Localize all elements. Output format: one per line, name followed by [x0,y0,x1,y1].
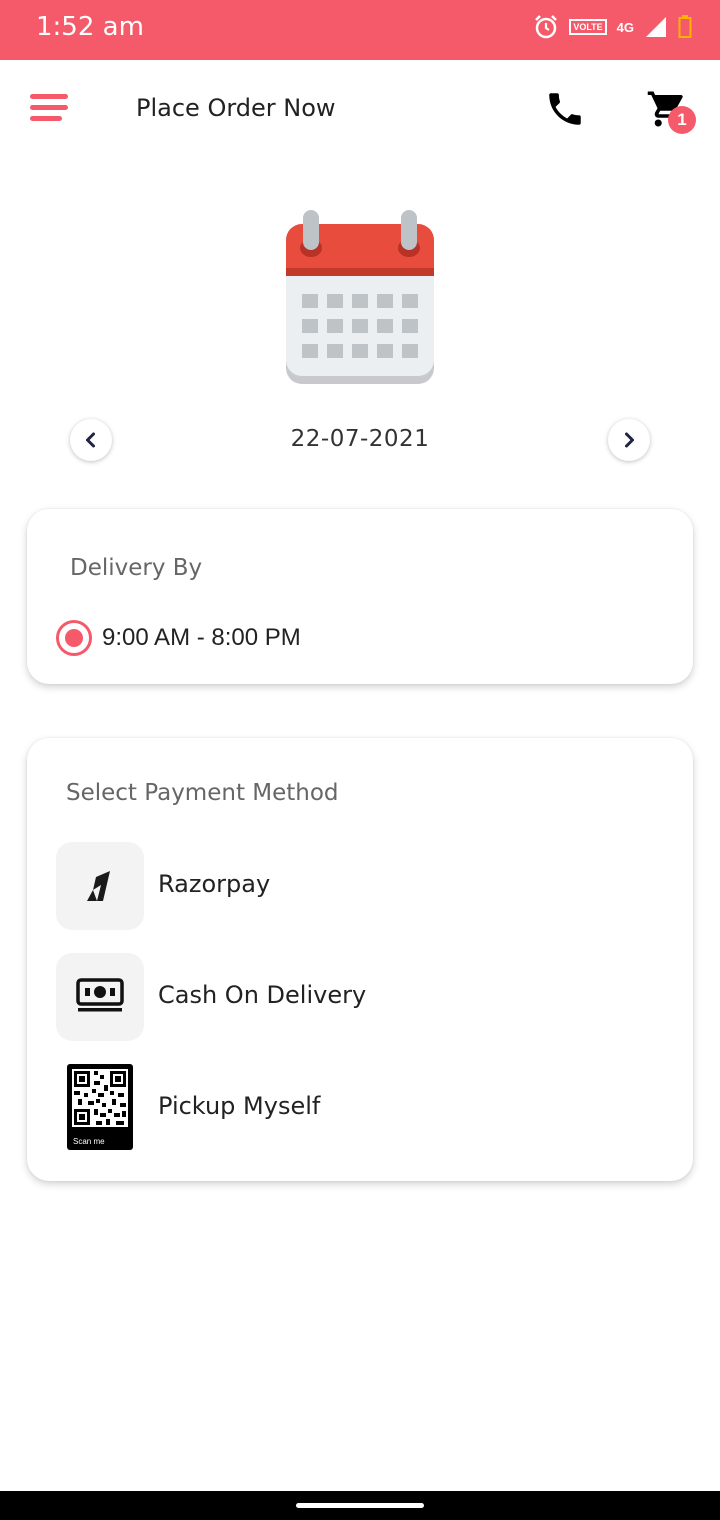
status-bar: 1:52 am VOLTE 4G [0,0,720,60]
volte-badge: VOLTE [569,19,607,35]
system-nav-bar [0,1491,720,1520]
signal-icon [646,17,666,37]
qr-code-icon: Scan me [67,1064,133,1150]
chevron-right-icon [625,432,634,448]
delivery-slot-label[interactable]: 9:00 AM - 8:00 PM [102,624,301,652]
home-gesture-handle[interactable] [296,1503,424,1508]
cash-icon-box [56,953,144,1041]
payment-option-cash[interactable]: Cash On Delivery [56,953,656,1041]
calendar-icon [286,210,434,384]
payment-label-razorpay: Razorpay [158,870,271,898]
payment-label-pickup: Pickup Myself [158,1092,321,1120]
qr-caption: Scan me [73,1137,105,1146]
razorpay-icon-box [56,842,144,930]
page-title: Place Order Now [136,94,336,122]
status-time: 1:52 am [36,12,144,42]
call-button[interactable] [544,88,586,130]
menu-button[interactable] [30,94,68,124]
delivery-slot-radio[interactable] [56,620,92,656]
qr-code-pattern [72,1069,128,1127]
date-navigator: 22-07-2021 [0,416,720,466]
alarm-icon [535,15,558,39]
next-date-button[interactable] [608,419,650,461]
cash-icon [76,978,124,1012]
cart-count-badge: 1 [668,106,696,134]
radio-selected-dot [65,629,83,647]
payment-title: Select Payment Method [66,780,339,806]
delivery-title: Delivery By [70,555,203,581]
razorpay-icon [87,871,110,901]
payment-label-cash: Cash On Delivery [158,981,367,1009]
payment-card: Select Payment Method Razorpay Cash On D… [27,738,693,1181]
payment-option-pickup[interactable]: Scan me Pickup Myself [56,1064,656,1152]
cart-button[interactable]: 1 [646,88,696,134]
status-icons: VOLTE 4G [533,12,692,42]
delivery-card: Delivery By 9:00 AM - 8:00 PM [27,509,693,684]
payment-option-razorpay[interactable]: Razorpay [56,842,656,930]
app-bar: Place Order Now 1 [0,60,720,160]
battery-icon [678,15,692,38]
network-type: 4G [616,19,634,35]
phone-icon [549,93,581,125]
